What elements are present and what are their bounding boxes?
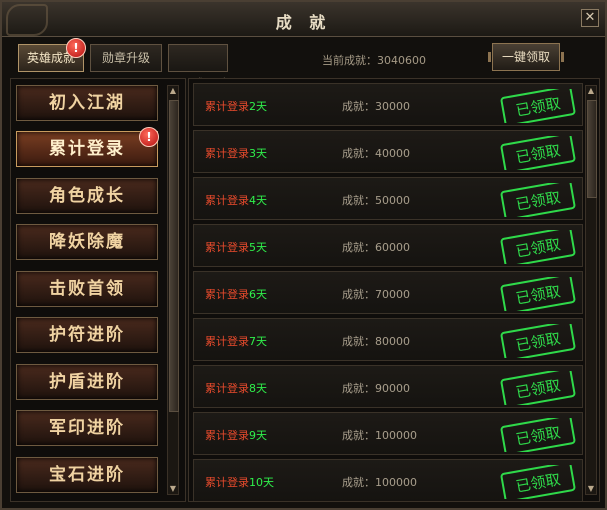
category-item[interactable]: 击败首领 bbox=[16, 271, 158, 307]
tab-label: 勋章升级 bbox=[101, 51, 150, 65]
category-item[interactable]: 军印进阶 bbox=[16, 410, 158, 446]
claimed-stamp-icon: 已领取 bbox=[500, 465, 576, 499]
category-item[interactable]: 角色成长 bbox=[16, 178, 158, 214]
achievement-list: 累计登录2天 成就：30000 已领取 累计登录3天 成就：40000 已领取 … bbox=[188, 78, 600, 502]
row-points: 成就：100000 bbox=[342, 429, 417, 442]
category-item[interactable]: 护盾进阶 bbox=[16, 364, 158, 400]
row-title: 累计登录6天 bbox=[205, 288, 267, 301]
stamp-text: 已领取 bbox=[514, 141, 561, 167]
stamp-text: 已领取 bbox=[514, 282, 561, 308]
row-title: 累计登录5天 bbox=[205, 241, 267, 254]
category-scrollbar[interactable]: ▲ ▼ bbox=[167, 85, 179, 495]
achievement-row: 累计登录2天 成就：30000 已领取 bbox=[193, 83, 583, 126]
achievement-row: 累计登录4天 成就：50000 已领取 bbox=[193, 177, 583, 220]
scroll-thumb[interactable] bbox=[587, 100, 597, 198]
row-title: 累计登录7天 bbox=[205, 335, 267, 348]
current-achievement-text: 当前成就：3040600 bbox=[322, 54, 426, 67]
alert-badge: ! bbox=[139, 127, 159, 147]
tab-medal-upgrade[interactable]: 勋章升级 bbox=[90, 44, 162, 72]
row-points: 成就：100000 bbox=[342, 476, 417, 489]
row-title: 累计登录8天 bbox=[205, 382, 267, 395]
category-item[interactable]: 宝石进阶 bbox=[16, 457, 158, 493]
claimed-stamp-icon: 已领取 bbox=[500, 277, 576, 311]
row-points: 成就：90000 bbox=[342, 382, 410, 395]
tab-prestige[interactable]: 威 名 bbox=[168, 44, 231, 91]
claimed-stamp-icon: 已领取 bbox=[500, 418, 576, 452]
achievement-scrollbar[interactable]: ▲ ▼ bbox=[585, 85, 597, 495]
scroll-down-arrow-icon[interactable]: ▼ bbox=[168, 484, 178, 494]
stamp-text: 已领取 bbox=[514, 329, 561, 355]
stamp-text: 已领取 bbox=[514, 423, 561, 449]
category-item[interactable]: 降妖除魔 bbox=[16, 224, 158, 260]
stamp-text: 已领取 bbox=[514, 470, 561, 496]
stamp-text: 已领取 bbox=[514, 94, 561, 120]
stamp-text: 已领取 bbox=[514, 376, 561, 402]
scroll-thumb[interactable] bbox=[169, 100, 179, 412]
achievement-row: 累计登录3天 成就：40000 已领取 bbox=[193, 130, 583, 173]
row-points: 成就：70000 bbox=[342, 288, 410, 301]
category-item[interactable]: 护符进阶 bbox=[16, 317, 158, 353]
category-list: 初入江湖 累计登录 ! 角色成长 降妖除魔 击败首领 护符进阶 护盾进阶 军印进… bbox=[10, 78, 186, 502]
claimed-stamp-icon: 已领取 bbox=[500, 371, 576, 405]
achievement-window: 成 就 ✕ 英雄成就 ! 勋章升级 威 名 当前成就：3040600 一键领取 … bbox=[0, 0, 607, 510]
row-title: 累计登录3天 bbox=[205, 147, 267, 160]
row-title: 累计登录9天 bbox=[205, 429, 267, 442]
row-points: 成就：60000 bbox=[342, 241, 410, 254]
alert-badge: ! bbox=[66, 38, 86, 58]
achievement-row: 累计登录5天 成就：60000 已领取 bbox=[193, 224, 583, 267]
row-title: 累计登录2天 bbox=[205, 100, 267, 113]
achievement-row: 累计登录10天 成就：100000 已领取 bbox=[193, 459, 583, 502]
achievement-row: 累计登录8天 成就：90000 已领取 bbox=[193, 365, 583, 408]
achievement-row: 累计登录6天 成就：70000 已领取 bbox=[193, 271, 583, 314]
row-points: 成就：80000 bbox=[342, 335, 410, 348]
row-points: 成就：40000 bbox=[342, 147, 410, 160]
category-item[interactable]: 累计登录 bbox=[16, 131, 158, 167]
claimed-stamp-icon: 已领取 bbox=[500, 230, 576, 264]
window-title: 成 就 bbox=[275, 13, 332, 32]
category-item[interactable]: 初入江湖 bbox=[16, 85, 158, 121]
stamp-text: 已领取 bbox=[514, 235, 561, 261]
claimed-stamp-icon: 已领取 bbox=[500, 89, 576, 123]
close-button[interactable]: ✕ bbox=[581, 9, 599, 27]
stamp-text: 已领取 bbox=[514, 188, 561, 214]
claimed-stamp-icon: 已领取 bbox=[500, 324, 576, 358]
achievement-row: 累计登录9天 成就：100000 已领取 bbox=[193, 412, 583, 455]
claimed-stamp-icon: 已领取 bbox=[500, 183, 576, 217]
claim-all-button[interactable]: 一键领取 bbox=[488, 43, 564, 71]
achievement-row: 累计登录7天 成就：80000 已领取 bbox=[193, 318, 583, 361]
row-points: 成就：30000 bbox=[342, 100, 410, 113]
scroll-up-arrow-icon[interactable]: ▲ bbox=[168, 86, 178, 96]
claimed-stamp-icon: 已领取 bbox=[500, 136, 576, 170]
row-title: 累计登录10天 bbox=[205, 476, 274, 489]
title-bar: 成 就 ✕ bbox=[2, 2, 605, 37]
scroll-up-arrow-icon[interactable]: ▲ bbox=[586, 86, 596, 96]
scroll-down-arrow-icon[interactable]: ▼ bbox=[586, 484, 596, 494]
row-points: 成就：50000 bbox=[342, 194, 410, 207]
tab-bar: 英雄成就 ! 勋章升级 威 名 当前成就：3040600 一键领取 bbox=[10, 38, 599, 91]
row-title: 累计登录4天 bbox=[205, 194, 267, 207]
